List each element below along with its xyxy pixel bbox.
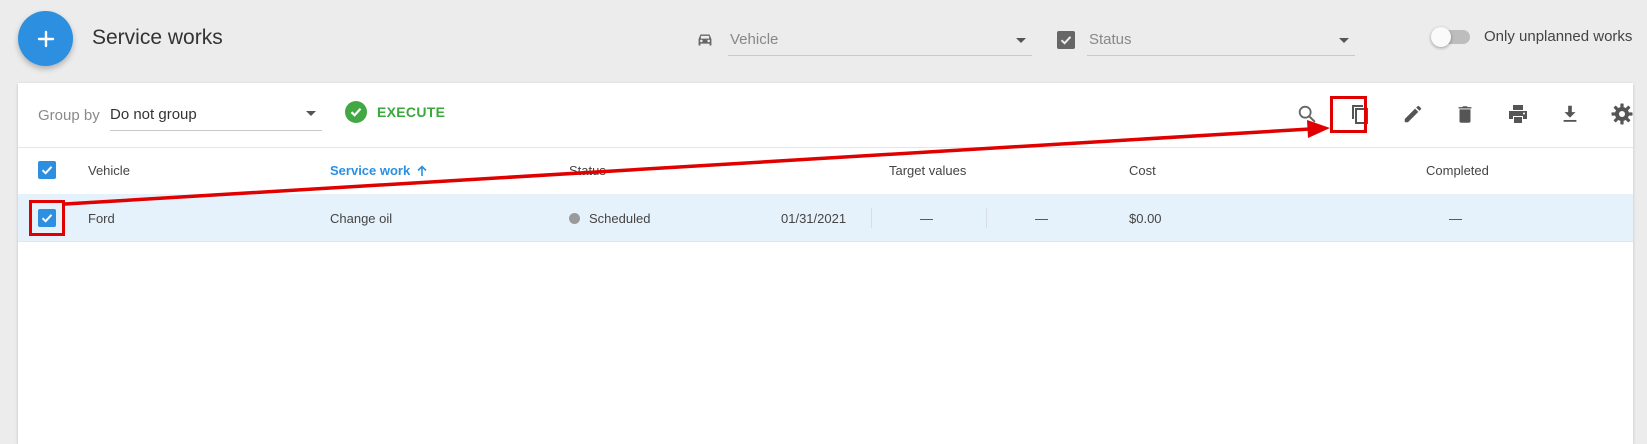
download-icon: [1563, 105, 1577, 122]
table-row[interactable]: Ford Change oil Scheduled 01/31/2021 — —…: [18, 194, 1633, 242]
print-icon: [1509, 105, 1527, 123]
check-circle-icon: [345, 101, 367, 123]
chevron-down-icon: [306, 111, 316, 116]
page-title: Service works: [92, 26, 223, 49]
column-header-cost[interactable]: Cost: [1129, 163, 1156, 178]
column-header-service-work-label: Service work: [330, 163, 411, 178]
toggle-switch[interactable]: [1431, 26, 1470, 47]
print-button[interactable]: [1503, 99, 1533, 129]
search-button[interactable]: [1292, 99, 1322, 129]
edit-icon: [1404, 105, 1422, 123]
car-icon: [698, 34, 712, 46]
status-filter-placeholder: Status: [1089, 31, 1132, 48]
toggle-knob: [1431, 26, 1451, 47]
table-header: Vehicle Service work Status Target value…: [18, 147, 1633, 194]
service-works-card: Group by Do not group EXECUTE Vehicle Se…: [18, 83, 1633, 444]
cell-target-2: —: [1035, 211, 1048, 226]
search-icon: [1298, 105, 1316, 123]
cell-target-1: —: [920, 211, 933, 226]
group-by-label: Group by: [38, 107, 100, 124]
download-button[interactable]: [1555, 99, 1585, 129]
vehicle-filter-placeholder: Vehicle: [730, 31, 779, 48]
copy-button-highlight: [1330, 96, 1367, 133]
cell-date: 01/31/2021: [781, 211, 847, 226]
vehicle-filter[interactable]: Vehicle: [694, 24, 1032, 56]
only-unplanned-toggle[interactable]: Only unplanned works: [1431, 26, 1633, 47]
column-header-service-work[interactable]: Service work: [330, 163, 428, 178]
edit-button[interactable]: [1398, 99, 1428, 129]
chevron-down-icon: [1016, 37, 1026, 43]
column-header-target-values[interactable]: Target values: [889, 163, 966, 178]
group-by-value: Do not group: [110, 105, 197, 123]
checkbox-icon: [1057, 31, 1075, 49]
cell-completed: —: [1449, 211, 1462, 226]
column-header-status[interactable]: Status: [569, 163, 606, 178]
cell-status: Scheduled: [569, 211, 650, 226]
cell-status-label: Scheduled: [589, 211, 651, 226]
status-filter[interactable]: Status: [1057, 24, 1355, 56]
settings-button[interactable]: [1607, 99, 1637, 129]
cell-service-work: Change oil: [330, 211, 393, 226]
check-icon: [41, 166, 53, 175]
delete-button[interactable]: [1450, 99, 1480, 129]
toolbar: Group by Do not group EXECUTE: [18, 83, 1633, 148]
column-header-completed[interactable]: Completed: [1426, 163, 1489, 178]
arrow-up-icon: [417, 164, 427, 176]
column-header-vehicle[interactable]: Vehicle: [88, 163, 130, 178]
chevron-down-icon: [1339, 37, 1349, 43]
execute-button[interactable]: EXECUTE: [345, 101, 445, 123]
status-dot-icon: [569, 213, 580, 224]
column-divider: [986, 208, 987, 228]
cell-vehicle: Ford: [88, 211, 115, 226]
select-all-checkbox[interactable]: [38, 161, 56, 179]
group-by-select[interactable]: Do not group: [110, 98, 322, 131]
row-checkbox-highlight: [29, 200, 65, 236]
add-button[interactable]: [18, 11, 73, 66]
delete-icon: [1458, 106, 1472, 123]
only-unplanned-label: Only unplanned works: [1484, 28, 1633, 45]
plus-icon: [37, 30, 54, 47]
gear-icon: [1611, 103, 1633, 125]
column-divider: [871, 208, 872, 228]
execute-label: EXECUTE: [377, 104, 446, 120]
cell-cost: $0.00: [1129, 211, 1162, 226]
